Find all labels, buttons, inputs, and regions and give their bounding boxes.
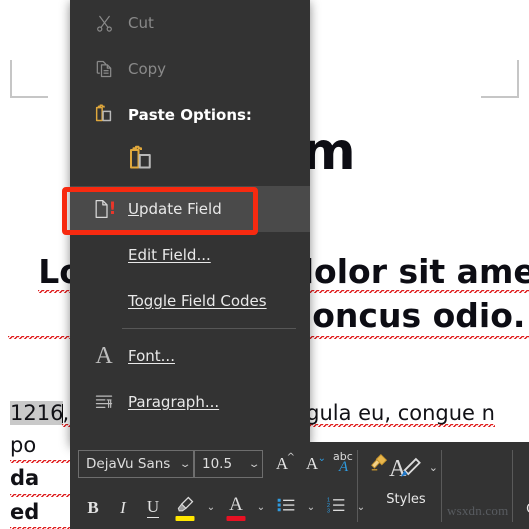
chevron-down-icon: ⌄ bbox=[306, 502, 316, 513]
context-menu-item-toggle-field-codes-label: Toggle Field Codes bbox=[128, 292, 267, 310]
bold-button[interactable]: B bbox=[78, 491, 108, 525]
font-name-value: DejaVu Sans bbox=[86, 456, 171, 472]
highlight-button[interactable] bbox=[168, 491, 202, 525]
bullets-button[interactable] bbox=[270, 491, 302, 525]
context-menu-item-copy-label: Copy bbox=[128, 60, 167, 78]
font-size-value: 10.5 bbox=[202, 456, 233, 472]
font-color-dropdown[interactable]: ⌄ bbox=[252, 491, 270, 525]
highlight-dropdown[interactable]: ⌄ bbox=[202, 491, 220, 525]
context-menu-item-cut[interactable]: Cut bbox=[70, 0, 310, 46]
copy-icon bbox=[86, 59, 122, 79]
font-name-combobox[interactable]: DejaVu Sans ⌄ bbox=[78, 450, 194, 478]
context-menu-item-font[interactable]: A Font... bbox=[70, 333, 310, 379]
caret-up-icon: ^ bbox=[286, 452, 295, 463]
update-field-icon: ! bbox=[86, 198, 122, 220]
italic-label: I bbox=[120, 497, 126, 517]
context-menu-item-edit-field[interactable]: Edit Field... bbox=[70, 232, 310, 278]
context-menu-item-cut-label: Cut bbox=[128, 14, 154, 32]
toolbar-row-font: DejaVu Sans ⌄ 10.5 ⌄ A ^ A ⌄ abc A bbox=[70, 442, 529, 486]
context-menu-item-paragraph-label: Paragraph... bbox=[128, 393, 220, 411]
context-menu-item-toggle-field-codes[interactable]: Toggle Field Codes bbox=[70, 278, 310, 324]
context-menu-item-copy[interactable]: Copy bbox=[70, 46, 310, 92]
context-menu-item-edit-field-label: Edit Field... bbox=[128, 246, 211, 264]
grow-font-button[interactable]: A ^ bbox=[267, 447, 297, 481]
clipboard-icon bbox=[86, 104, 122, 126]
bold-label: B bbox=[87, 497, 99, 517]
context-menu-separator bbox=[122, 328, 296, 329]
new-comment-button[interactable]: New Comment bbox=[522, 450, 529, 518]
context-menu-item-font-label: Font... bbox=[128, 347, 175, 365]
chevron-down-icon: ⌄ bbox=[206, 502, 216, 513]
bullets-dropdown[interactable]: ⌄ bbox=[302, 491, 320, 525]
paste-options-row[interactable] bbox=[70, 138, 310, 186]
font-color-icon: A bbox=[229, 493, 243, 515]
chevron-down-icon: ⌄ bbox=[356, 502, 366, 513]
styles-button[interactable]: A ⌄ Styles bbox=[375, 452, 438, 508]
font-color-button[interactable]: A bbox=[220, 491, 252, 525]
svg-text:A: A bbox=[389, 456, 407, 482]
styles-label: Styles bbox=[386, 491, 426, 507]
font-color-swatch bbox=[226, 515, 246, 521]
watermark: wsxdn.com bbox=[447, 503, 509, 518]
context-menu-item-update-field-text: pdate Field bbox=[138, 200, 222, 218]
chevron-down-icon: ⌄ bbox=[256, 502, 266, 513]
highlight-color-swatch bbox=[175, 515, 195, 521]
numbering-icon: 1 2 3 bbox=[324, 495, 348, 520]
scissors-icon bbox=[86, 14, 122, 33]
paste-keep-formatting-icon[interactable] bbox=[126, 145, 156, 179]
font-a-icon: A bbox=[95, 343, 113, 369]
margin-mark-top-right bbox=[481, 60, 519, 98]
svg-text:3: 3 bbox=[327, 509, 330, 515]
change-case-a-icon: A bbox=[339, 459, 349, 475]
chevron-down-icon[interactable]: ⌄ bbox=[248, 459, 261, 470]
context-menu-item-update-field-label: Update Field bbox=[122, 200, 222, 218]
context-menu-item-update-field[interactable]: ! Update Field bbox=[70, 186, 310, 232]
chevron-down-icon[interactable]: ⌄ bbox=[429, 461, 438, 475]
underline-button[interactable]: U bbox=[138, 491, 168, 525]
app-root: Lorem Lorem ipsum dolor sit amet, co Nul… bbox=[0, 0, 529, 529]
context-menu-item-paragraph[interactable]: Paragraph... bbox=[70, 379, 310, 425]
change-case-button[interactable]: abc A bbox=[327, 447, 363, 481]
context-menu-item-paste-options: Paste Options: bbox=[70, 92, 310, 138]
font-size-combobox[interactable]: 10.5 ⌄ bbox=[194, 450, 263, 478]
chevron-down-icon: ⌄ bbox=[317, 453, 326, 464]
styles-icon: A bbox=[386, 452, 426, 491]
context-menu[interactable]: Cut Copy Paste Options: ! Update Field E… bbox=[70, 0, 310, 445]
chevron-down-icon[interactable]: ⌄ bbox=[179, 459, 192, 470]
field-result-value[interactable]: 1216 bbox=[10, 401, 64, 425]
accel-u: U bbox=[128, 200, 139, 218]
underline-label: U bbox=[146, 497, 160, 518]
numbering-button[interactable]: 1 2 3 bbox=[320, 491, 352, 525]
context-menu-item-paste-options-label: Paste Options: bbox=[128, 106, 252, 124]
shrink-font-label: A bbox=[305, 454, 319, 473]
italic-button[interactable]: I bbox=[108, 491, 138, 525]
bullets-icon bbox=[274, 495, 298, 520]
numbering-dropdown[interactable]: ⌄ bbox=[352, 491, 370, 525]
paragraph-icon bbox=[86, 392, 122, 412]
margin-mark-top-left bbox=[10, 60, 48, 98]
shrink-font-button[interactable]: A ⌄ bbox=[297, 447, 327, 481]
